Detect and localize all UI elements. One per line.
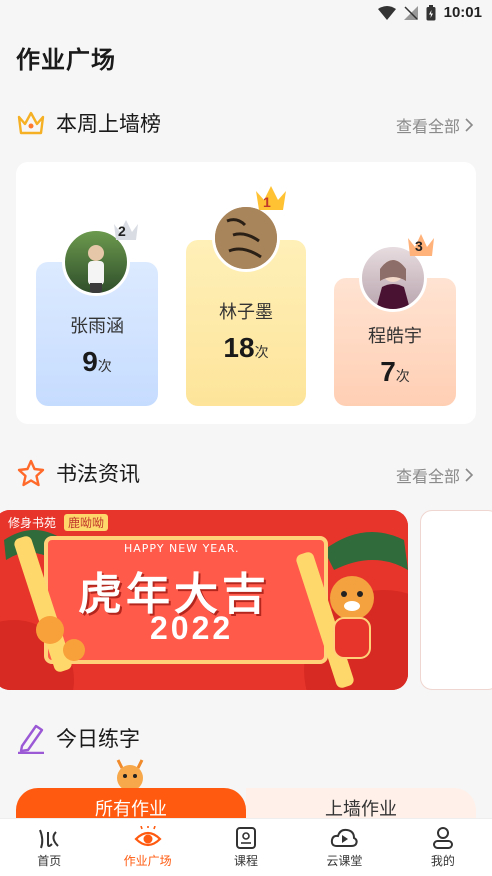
silver-crown-icon <box>114 220 138 240</box>
nav-label: 首页 <box>37 854 62 868</box>
status-icons: 10:01 <box>377 4 482 21</box>
rank-count: 9次 <box>36 346 158 378</box>
news-banner-next[interactable] <box>420 510 492 690</box>
banner-year: 2022 <box>150 610 234 646</box>
crown-icon <box>17 111 45 135</box>
rank-count: 18次 <box>186 332 306 364</box>
news-header: 书法资讯 <box>16 458 140 488</box>
nav-home[interactable]: 首页 <box>0 819 98 876</box>
user-icon <box>432 827 453 849</box>
no-signal-icon <box>403 5 418 20</box>
avatar <box>212 204 280 272</box>
chevron-right-icon <box>465 468 474 482</box>
status-bar: 10:01 <box>0 0 492 28</box>
banner-brand-right: 鹿呦呦 <box>64 514 109 531</box>
banner-brand-left: 修身书苑 <box>8 516 57 530</box>
nav-cloud-class[interactable]: 云课堂 <box>295 819 393 876</box>
news-see-all-link[interactable]: 查看全部 <box>396 463 474 487</box>
cloud-play-icon <box>331 828 359 847</box>
nav-label: 作业广场 <box>123 854 172 868</box>
status-time: 10:01 <box>443 4 482 21</box>
nav-homework-square[interactable]: 作业广场 <box>98 819 196 876</box>
page-title: 作业广场 <box>16 46 116 74</box>
ranking-title: 本周上墙榜 <box>56 112 161 136</box>
rank-count-unit: 次 <box>97 359 112 375</box>
nav-label: 课程 <box>234 854 259 868</box>
chevron-right-icon <box>465 118 474 132</box>
rank-count-number: 7 <box>380 356 396 387</box>
bottom-nav: 首页 作业广场 课程 云课堂 我的 <box>0 818 492 876</box>
banner-greeting: HAPPY NEW YEAR. <box>124 542 240 555</box>
rank-name: 程皓宇 <box>368 326 422 347</box>
rank-badge-number: 1 <box>263 194 271 210</box>
news-title: 书法资讯 <box>56 462 140 486</box>
ranking-see-all-link[interactable]: 查看全部 <box>396 113 474 137</box>
rank-count-number: 18 <box>223 332 255 363</box>
practice-title: 今日练字 <box>56 727 140 751</box>
book-icon <box>236 827 257 849</box>
wifi-icon <box>377 5 396 20</box>
pen-icon <box>18 724 44 754</box>
rank-count-unit: 次 <box>395 369 410 385</box>
see-all-label: 查看全部 <box>395 467 460 486</box>
gold-crown-icon <box>256 186 286 210</box>
rank-name: 张雨涵 <box>70 316 124 337</box>
practice-header: 今日练字 <box>16 722 140 754</box>
deer-mascot-icon <box>116 759 144 791</box>
rank-badge-number: 3 <box>415 238 423 254</box>
rank-badge-number: 2 <box>118 223 126 239</box>
banner-brands: 修身书苑 鹿呦呦 <box>8 514 109 531</box>
battery-icon <box>426 4 436 20</box>
see-all-label: 查看全部 <box>395 117 460 136</box>
ranking-card: 张雨涵 9次 2 林子墨 18次 1 程皓宇 7次 3 <box>16 162 476 424</box>
news-banner[interactable]: 修身书苑 鹿呦呦 HAPPY NEW YEAR. 虎年大吉 2022 <box>0 510 408 690</box>
nav-label: 我的 <box>430 854 455 868</box>
nav-profile[interactable]: 我的 <box>394 819 492 876</box>
nav-courses[interactable]: 课程 <box>197 819 295 876</box>
rank-name: 林子墨 <box>219 302 273 323</box>
ranking-header: 本周上墙榜 <box>16 108 161 138</box>
eye-icon <box>134 826 162 847</box>
nav-label: 云课堂 <box>326 854 363 868</box>
star-icon <box>17 459 45 487</box>
rank-count-unit: 次 <box>254 345 269 361</box>
home-icon <box>39 829 59 849</box>
rank-count: 7次 <box>334 356 456 388</box>
rank-count-number: 9 <box>82 346 98 377</box>
